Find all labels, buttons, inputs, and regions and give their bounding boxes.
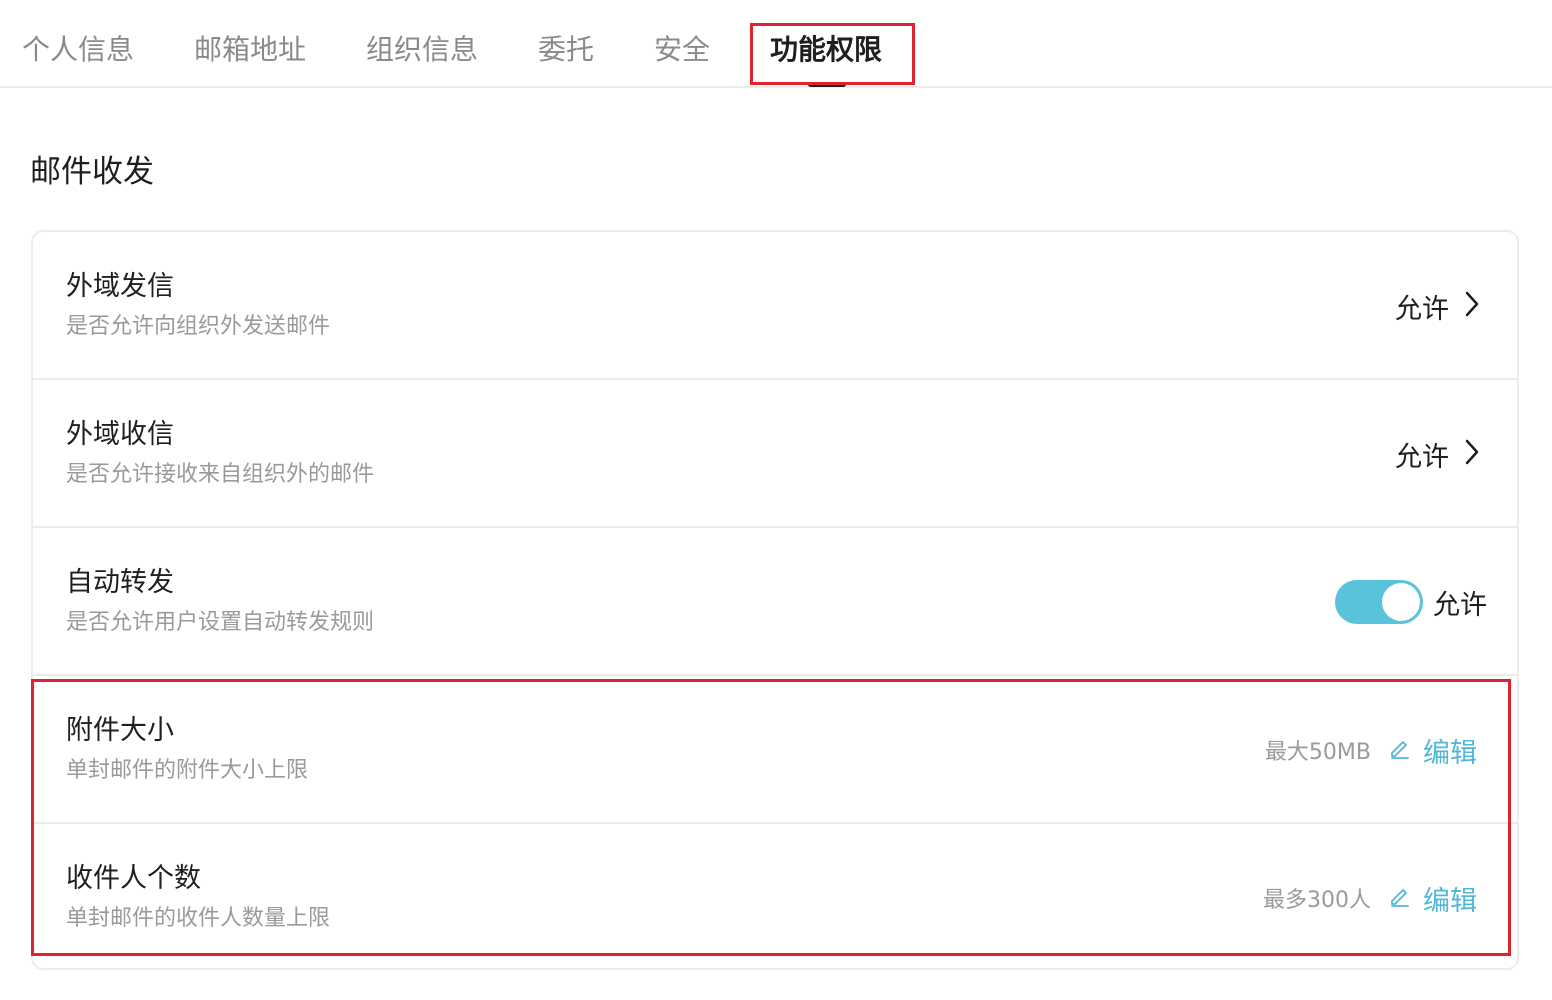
setting-description: 单封邮件的收件人数量上限 bbox=[66, 906, 331, 931]
chevron-right-icon bbox=[1463, 438, 1481, 470]
active-tab-indicator bbox=[808, 82, 846, 87]
setting-title: 收件人个数 bbox=[66, 863, 201, 894]
tab-delegation[interactable]: 委托 bbox=[538, 30, 594, 70]
setting-value-control: 最大50MB 编辑 bbox=[1265, 676, 1477, 824]
setting-row-external-receive[interactable]: 外域收信 是否允许接收来自组织外的邮件 允许 bbox=[33, 380, 1517, 528]
setting-row-auto-forward: 自动转发 是否允许用户设置自动转发规则 允许 bbox=[33, 528, 1517, 676]
auto-forward-toggle[interactable] bbox=[1335, 580, 1423, 624]
setting-title: 附件大小 bbox=[66, 715, 174, 746]
edit-icon bbox=[1389, 735, 1423, 766]
section-title: 邮件收发 bbox=[30, 154, 154, 190]
tab-organization-info[interactable]: 组织信息 bbox=[366, 30, 478, 70]
setting-title: 自动转发 bbox=[66, 567, 174, 598]
setting-limit-value: 最大50MB bbox=[1264, 740, 1371, 765]
setting-description: 是否允许向组织外发送邮件 bbox=[66, 314, 331, 339]
edit-label: 编辑 bbox=[1423, 737, 1477, 769]
setting-row-external-send[interactable]: 外域发信 是否允许向组织外发送邮件 允许 bbox=[33, 232, 1517, 380]
edit-icon bbox=[1389, 883, 1423, 914]
edit-button[interactable]: 编辑 bbox=[1389, 731, 1477, 770]
toggle-knob bbox=[1382, 583, 1420, 621]
setting-description: 单封邮件的附件大小上限 bbox=[66, 758, 309, 783]
tab-email-address[interactable]: 邮箱地址 bbox=[194, 30, 306, 70]
setting-title: 外域发信 bbox=[66, 271, 174, 302]
setting-limit-value: 最多300人 bbox=[1263, 888, 1371, 913]
setting-value-control[interactable]: 允许 bbox=[1395, 232, 1481, 380]
setting-value: 允许 bbox=[1433, 589, 1487, 621]
edit-button[interactable]: 编辑 bbox=[1389, 879, 1477, 918]
chevron-right-icon bbox=[1463, 290, 1481, 322]
setting-value: 允许 bbox=[1395, 441, 1449, 473]
setting-value-control[interactable]: 允许 bbox=[1395, 380, 1481, 528]
setting-title: 外域收信 bbox=[66, 419, 174, 450]
tab-security[interactable]: 安全 bbox=[654, 30, 710, 70]
setting-value-control: 允许 bbox=[1335, 528, 1487, 676]
setting-row-attachment-size: 附件大小 单封邮件的附件大小上限 最大50MB 编辑 bbox=[33, 676, 1517, 824]
setting-description: 是否允许用户设置自动转发规则 bbox=[66, 610, 375, 635]
tab-personal-info[interactable]: 个人信息 bbox=[22, 30, 134, 70]
setting-description: 是否允许接收来自组织外的邮件 bbox=[66, 462, 375, 487]
tab-feature-permissions[interactable]: 功能权限 bbox=[770, 30, 882, 70]
setting-value-control: 最多300人 编辑 bbox=[1263, 824, 1477, 968]
setting-row-recipient-count: 收件人个数 单封邮件的收件人数量上限 最多300人 编辑 bbox=[33, 824, 1517, 968]
setting-value: 允许 bbox=[1395, 293, 1449, 325]
tab-bar: 个人信息 邮箱地址 组织信息 委托 安全 功能权限 bbox=[0, 0, 1552, 88]
edit-label: 编辑 bbox=[1423, 885, 1477, 917]
settings-card: 外域发信 是否允许向组织外发送邮件 允许 外域收信 是否允许接收来自组织外的邮件… bbox=[31, 230, 1519, 970]
